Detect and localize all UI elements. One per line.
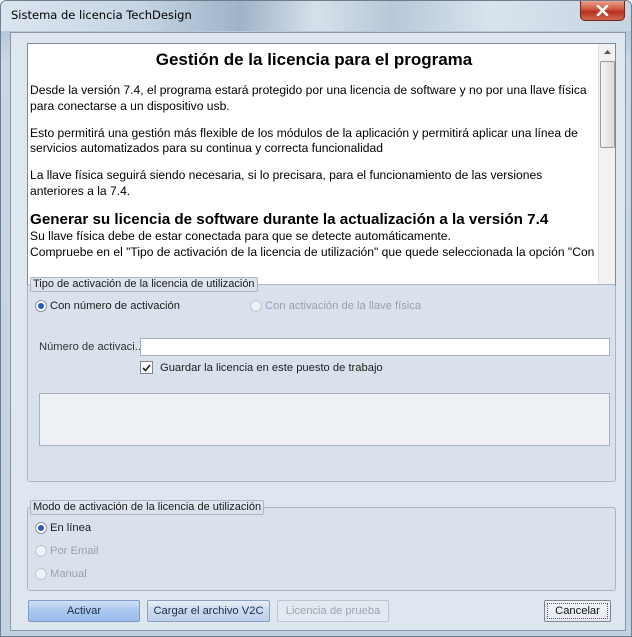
radio-mode-manual[interactable]: Manual xyxy=(35,568,87,580)
close-icon xyxy=(596,5,609,16)
activation-type-legend: Tipo de activación de la licencia de uti… xyxy=(30,277,258,292)
radio-mode-email[interactable]: Por Email xyxy=(35,545,99,557)
scroll-up-button[interactable] xyxy=(599,44,615,60)
document-heading: Gestión de la licencia para el programa xyxy=(155,50,473,69)
radio-indicator xyxy=(35,300,47,312)
radio-label: Con número de activación xyxy=(50,300,180,312)
status-message-box xyxy=(39,393,610,446)
save-license-checkbox[interactable]: Guardar la licencia en este puesto de tr… xyxy=(140,361,383,374)
document-paragraph: La llave física seguirá siendo necesaria… xyxy=(30,168,543,198)
radio-label: En línea xyxy=(50,522,92,534)
radio-activation-key[interactable]: Con activación de la llave física xyxy=(250,300,421,312)
load-v2c-button[interactable]: Cargar el archivo V2C xyxy=(147,600,270,622)
checkmark-icon xyxy=(142,363,151,372)
activation-number-label: Número de activaci... xyxy=(39,341,145,353)
checkbox-label: Guardar la licencia en este puesto de tr… xyxy=(160,361,383,374)
activation-number-input[interactable] xyxy=(140,338,610,356)
document-subheading: Generar su licencia de software durante … xyxy=(30,210,549,228)
radio-label: Con activación de la llave física xyxy=(265,300,422,312)
radio-indicator xyxy=(35,568,47,580)
document-line: Su llave física debe de estar conectada … xyxy=(30,228,451,243)
chevron-up-icon xyxy=(603,50,611,54)
title-bar[interactable]: Sistema de licencia TechDesign xyxy=(1,1,631,31)
document-scrollbar[interactable] xyxy=(598,44,615,300)
radio-indicator xyxy=(35,522,47,534)
document-paragraph: Desde la versión 7.4, el programa estará… xyxy=(30,83,587,113)
document-line: Compruebe en el "Tipo de activación de l… xyxy=(30,244,595,259)
activate-button[interactable]: Activar xyxy=(28,600,140,622)
scrollbar-thumb[interactable] xyxy=(600,61,615,148)
radio-indicator xyxy=(250,300,262,312)
close-button[interactable] xyxy=(580,1,625,21)
radio-mode-online[interactable]: En línea xyxy=(35,522,91,534)
trial-license-button[interactable]: Licencia de prueba xyxy=(277,600,389,622)
info-document-viewer[interactable]: Gestión de la licencia para el programa … xyxy=(27,43,616,301)
activation-type-group: Tipo de activación de la licencia de uti… xyxy=(27,277,616,482)
radio-indicator xyxy=(35,545,47,557)
radio-label: Por Email xyxy=(50,545,99,557)
radio-label: Manual xyxy=(50,568,87,580)
cancel-button[interactable]: Cancelar xyxy=(544,600,611,622)
activation-mode-legend: Modo de activación de la licencia de uti… xyxy=(30,500,265,515)
info-document: Gestión de la licencia para el programa … xyxy=(28,44,598,260)
activation-mode-group: Modo de activación de la licencia de uti… xyxy=(27,500,616,591)
checkbox-box xyxy=(140,361,153,374)
document-paragraph: Esto permitirá una gestión más flexible … xyxy=(30,125,578,156)
radio-activation-number[interactable]: Con número de activación xyxy=(35,300,180,312)
dialog-body: Gestión de la licencia para el programa … xyxy=(10,32,626,631)
window-title: Sistema de licencia TechDesign xyxy=(11,8,192,22)
license-dialog: Sistema de licencia TechDesign Gestión d… xyxy=(0,0,632,637)
